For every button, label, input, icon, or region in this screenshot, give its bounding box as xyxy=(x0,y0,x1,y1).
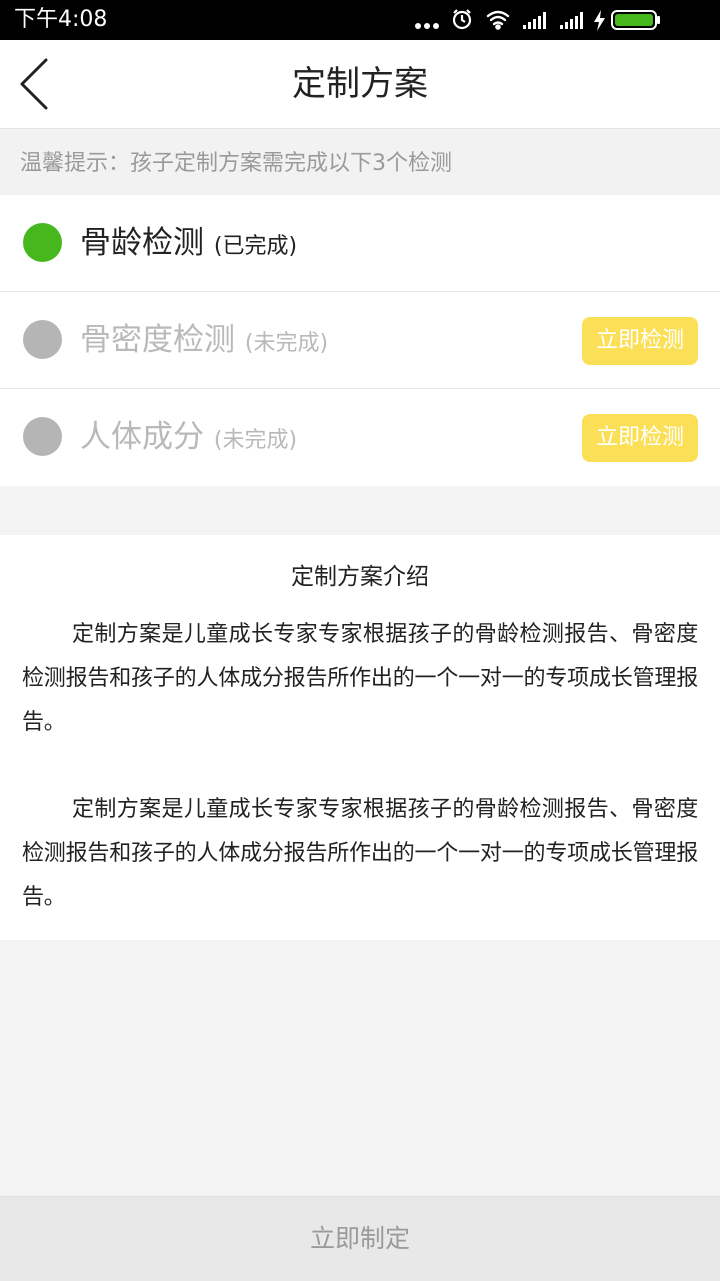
status-icons xyxy=(415,9,660,31)
battery-icon xyxy=(611,10,660,30)
start-test-button[interactable]: 立即检测 xyxy=(582,317,698,365)
check-title-text: 骨龄检测 xyxy=(80,225,204,261)
create-plan-label: 立即制定 xyxy=(309,1224,410,1253)
create-plan-button[interactable]: 立即制定 xyxy=(0,1196,720,1281)
check-item-bone-age: 骨龄检测 (已完成) xyxy=(0,195,720,292)
check-title-text: 人体成分 xyxy=(80,419,204,455)
more-dots-icon xyxy=(415,23,439,29)
page-title: 定制方案 xyxy=(292,64,428,104)
signal-icon xyxy=(523,12,546,29)
check-list: 骨龄检测 (已完成) 骨密度检测 (未完成) 立即检测 人体成分 (未完成) 立… xyxy=(0,195,720,486)
intro-title: 定制方案介绍 xyxy=(291,564,429,590)
check-status: (未完成) xyxy=(244,331,329,356)
check-title: 骨龄检测 (已完成) xyxy=(80,221,297,269)
tip-text: 温馨提示：孩子定制方案需完成以下3个检测 xyxy=(20,151,452,176)
tip-banner: 温馨提示：孩子定制方案需完成以下3个检测 xyxy=(0,129,720,195)
intro-paragraph: 定制方案是儿童成长专家专家根据孩子的骨龄检测报告、骨密度检测报告和孩子的人体成分… xyxy=(22,797,698,910)
signal-icon xyxy=(560,12,583,29)
intro-section: 定制方案介绍 定制方案是儿童成长专家专家根据孩子的骨龄检测报告、骨密度检测报告和… xyxy=(0,535,720,940)
status-bar: 下午4:08 xyxy=(0,0,720,40)
check-item-bone-density: 骨密度检测 (未完成) 立即检测 xyxy=(0,292,720,389)
start-test-button[interactable]: 立即检测 xyxy=(582,414,698,462)
status-time: 下午4:08 xyxy=(14,7,108,32)
wifi-icon xyxy=(486,10,510,30)
check-status: (未完成) xyxy=(213,428,298,453)
incomplete-status-dot xyxy=(23,320,62,359)
intro-paragraph: 定制方案是儿童成长专家专家根据孩子的骨龄检测报告、骨密度检测报告和孩子的人体成分… xyxy=(22,622,698,735)
back-button[interactable] xyxy=(8,50,68,118)
check-title: 人体成分 (未完成) xyxy=(80,415,297,463)
completed-status-dot xyxy=(23,223,62,262)
charging-icon xyxy=(594,10,605,31)
check-title: 骨密度检测 (未完成) xyxy=(80,318,328,366)
check-item-body-composition: 人体成分 (未完成) 立即检测 xyxy=(0,389,720,486)
back-arrow-icon xyxy=(20,58,48,110)
check-status: (已完成) xyxy=(213,234,298,259)
nav-bar: 定制方案 xyxy=(0,40,720,129)
incomplete-status-dot xyxy=(23,417,62,456)
alarm-icon xyxy=(452,9,472,30)
check-title-text: 骨密度检测 xyxy=(80,322,235,358)
